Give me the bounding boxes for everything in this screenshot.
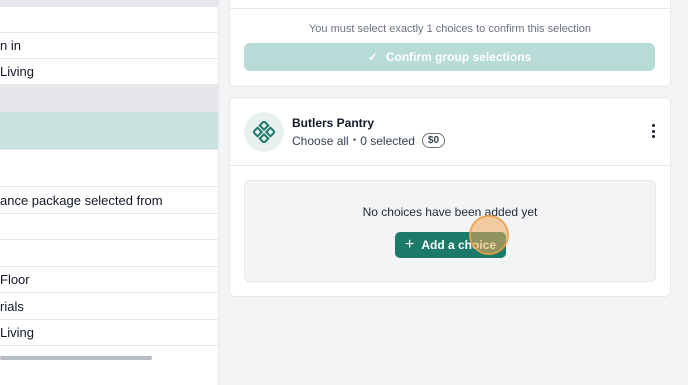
check-icon: ✓ bbox=[367, 50, 378, 64]
table-row[interactable] bbox=[0, 150, 218, 187]
choices-empty-state: No choices have been added yet + Add a c… bbox=[244, 180, 656, 282]
table-group-header bbox=[0, 85, 218, 112]
group-diamond-icon bbox=[244, 112, 284, 152]
divider bbox=[230, 8, 670, 9]
table-row[interactable]: ance package selected from bbox=[0, 187, 218, 214]
table-row-selected[interactable] bbox=[0, 112, 218, 150]
group-summary: Choose all • 0 selected $0 bbox=[292, 133, 446, 148]
table-row[interactable] bbox=[0, 240, 218, 267]
horizontal-scrollbar[interactable] bbox=[0, 356, 152, 360]
table-row[interactable]: Living bbox=[0, 320, 218, 346]
add-choice-label: Add a choice bbox=[421, 238, 497, 252]
left-table-panel: n in Living ance package selected from F… bbox=[0, 0, 219, 385]
empty-message: No choices have been added yet bbox=[362, 205, 538, 219]
table-cell: ance package selected from bbox=[0, 192, 163, 208]
table-row[interactable]: rials bbox=[0, 293, 218, 320]
plus-icon: + bbox=[404, 236, 415, 253]
table-cell: Living bbox=[0, 64, 34, 79]
divider bbox=[230, 165, 670, 166]
add-choice-button[interactable]: + Add a choice bbox=[395, 232, 506, 258]
table-cell: rials bbox=[0, 298, 24, 314]
table-cell: Floor bbox=[0, 272, 30, 287]
table-row[interactable] bbox=[0, 7, 218, 33]
table-cell: n in bbox=[0, 38, 21, 53]
table-row[interactable]: Living bbox=[0, 59, 218, 85]
table-row[interactable]: Floor bbox=[0, 267, 218, 293]
table-row[interactable] bbox=[0, 0, 218, 7]
option-group-card: Butlers Pantry Choose all • 0 selected $… bbox=[229, 97, 671, 297]
confirm-selection-card: You must select exactly 1 choices to con… bbox=[229, 0, 671, 87]
group-title: Butlers Pantry bbox=[292, 116, 375, 130]
selection-hint: You must select exactly 1 choices to con… bbox=[308, 23, 592, 35]
price-badge: $0 bbox=[421, 133, 446, 148]
group-mode: Choose all bbox=[292, 133, 349, 148]
selected-count: 0 selected bbox=[360, 133, 415, 148]
confirm-group-selections-button[interactable]: ✓ Confirm group selections bbox=[244, 43, 655, 71]
selection-panel: You must select exactly 1 choices to con… bbox=[219, 0, 688, 385]
table-row[interactable] bbox=[0, 214, 218, 240]
table-cell: Living bbox=[0, 325, 34, 340]
confirm-button-label: Confirm group selections bbox=[385, 50, 532, 64]
table-row[interactable]: n in bbox=[0, 33, 218, 59]
more-options-icon[interactable] bbox=[646, 124, 660, 138]
separator-dot: • bbox=[352, 135, 357, 146]
